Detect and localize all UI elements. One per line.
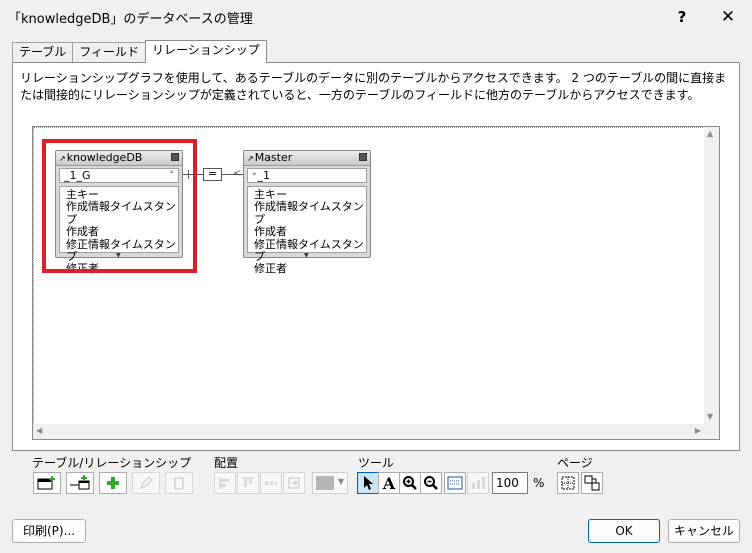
description-text: リレーションシップグラフを使用して、あるテーブルのデータに別のテーブルからアクセ… xyxy=(20,71,727,102)
field-list[interactable]: 主キー 作成情報タイムスタンプ 作成者 修正情報タイムスタンプ 修正者 xyxy=(247,186,367,275)
delete-button[interactable] xyxy=(165,472,193,494)
toolbar-group-tables-label: テーブル/リレーションシップ xyxy=(32,456,192,470)
list-item: 修正者 xyxy=(254,262,287,276)
select-tool-button[interactable] xyxy=(357,472,379,494)
table-name: Master xyxy=(254,151,293,164)
page-setup-button[interactable] xyxy=(467,472,489,494)
add-relationship-icon xyxy=(70,475,90,490)
highlight-frame xyxy=(42,139,197,273)
scroll-down-icon[interactable]: ▼ xyxy=(707,413,713,421)
page-layout-icon xyxy=(584,475,600,491)
zoom-out-button[interactable] xyxy=(420,472,442,494)
chevron-down-icon: ▼ xyxy=(337,477,344,486)
text-tool-button[interactable]: A xyxy=(378,472,400,494)
resize-icon xyxy=(288,477,300,489)
add-relationship-button[interactable] xyxy=(66,472,94,494)
key-field[interactable]: °_1 xyxy=(247,168,367,183)
table-occurrence-master[interactable]: ↗Master °_1 主キー 作成情報タイムスタンプ 作成者 修正情報タイムス… xyxy=(243,150,371,275)
zoom-unit: % xyxy=(533,476,545,490)
table-menu-icon[interactable] xyxy=(359,153,367,161)
fit-window-icon xyxy=(447,476,463,490)
page-layout-button[interactable] xyxy=(581,472,603,494)
tab-bar: テーブル フィールド リレーションシップ xyxy=(12,40,267,63)
vertical-scrollbar[interactable]: ▲ ▼ xyxy=(704,127,719,425)
zoom-out-icon xyxy=(424,476,438,490)
match-field-icon: ° xyxy=(252,172,257,182)
duplicate-button[interactable] xyxy=(99,472,127,494)
align-top-button[interactable] xyxy=(237,472,259,494)
expand-arrow-icon: ▼ xyxy=(304,252,309,259)
show-page-breaks-button[interactable] xyxy=(557,472,579,494)
distribute-icon xyxy=(265,481,277,485)
window-title: 「knowledgeDB」のデータベースの管理 xyxy=(8,12,253,27)
print-button[interactable]: 印刷(P)... xyxy=(12,519,86,543)
relationship-operator[interactable]: = xyxy=(203,168,222,181)
close-button[interactable]: ✕ xyxy=(710,4,746,30)
scroll-right-icon[interactable]: ▶ xyxy=(695,427,701,435)
key-field-label: _1 xyxy=(257,169,271,182)
distribute-button[interactable] xyxy=(260,472,282,494)
list-item: 作成者 xyxy=(254,225,287,239)
toolbar-group-tools-label: ツール xyxy=(358,456,395,470)
pointer-icon xyxy=(364,476,373,490)
table-resize-handle[interactable]: ▼ xyxy=(244,253,370,260)
ok-button[interactable]: OK xyxy=(588,519,660,543)
zoom-input[interactable]: 100 xyxy=(492,472,528,494)
align-top-icon xyxy=(242,477,254,487)
edit-button[interactable] xyxy=(132,472,160,494)
fit-window-button[interactable] xyxy=(444,472,466,494)
text-tool-icon: A xyxy=(382,473,396,493)
tab-relationships[interactable]: リレーションシップ xyxy=(145,40,267,63)
page-setup-icon xyxy=(472,477,485,489)
color-swatch xyxy=(316,476,334,490)
tab-fields[interactable]: フィールド xyxy=(72,42,147,63)
title-bar: 「knowledgeDB」のデータベースの管理 ? ✕ xyxy=(0,0,752,34)
add-table-button[interactable] xyxy=(33,472,61,494)
duplicate-icon xyxy=(107,477,119,489)
help-button[interactable]: ? xyxy=(664,4,700,30)
color-picker[interactable]: ▼ xyxy=(312,472,348,494)
add-table-icon xyxy=(37,476,55,490)
tab-tables[interactable]: テーブル xyxy=(12,42,74,63)
horizontal-scrollbar[interactable]: ◀ ▶ xyxy=(33,424,705,439)
pin-icon: ↗ xyxy=(247,154,254,163)
table-header[interactable]: ↗Master xyxy=(244,151,370,166)
align-left-icon xyxy=(219,477,229,489)
page-breaks-icon xyxy=(561,476,575,490)
scroll-up-icon[interactable]: ▲ xyxy=(707,130,713,138)
zoom-in-icon xyxy=(403,476,417,490)
resize-button[interactable] xyxy=(283,472,305,494)
list-item: 作成情報タイムスタンプ xyxy=(254,200,364,226)
pencil-icon xyxy=(140,476,153,489)
align-left-button[interactable] xyxy=(214,472,236,494)
toolbar-group-page-label: ページ xyxy=(557,456,593,470)
scroll-corner xyxy=(704,424,719,439)
scroll-left-icon[interactable]: ◀ xyxy=(36,427,42,435)
trash-icon xyxy=(174,477,184,490)
relationship-many-icon: < xyxy=(233,168,242,179)
cancel-button[interactable]: キャンセル xyxy=(668,519,740,543)
toolbar-group-arrange-label: 配置 xyxy=(214,456,239,470)
zoom-in-button[interactable] xyxy=(399,472,421,494)
